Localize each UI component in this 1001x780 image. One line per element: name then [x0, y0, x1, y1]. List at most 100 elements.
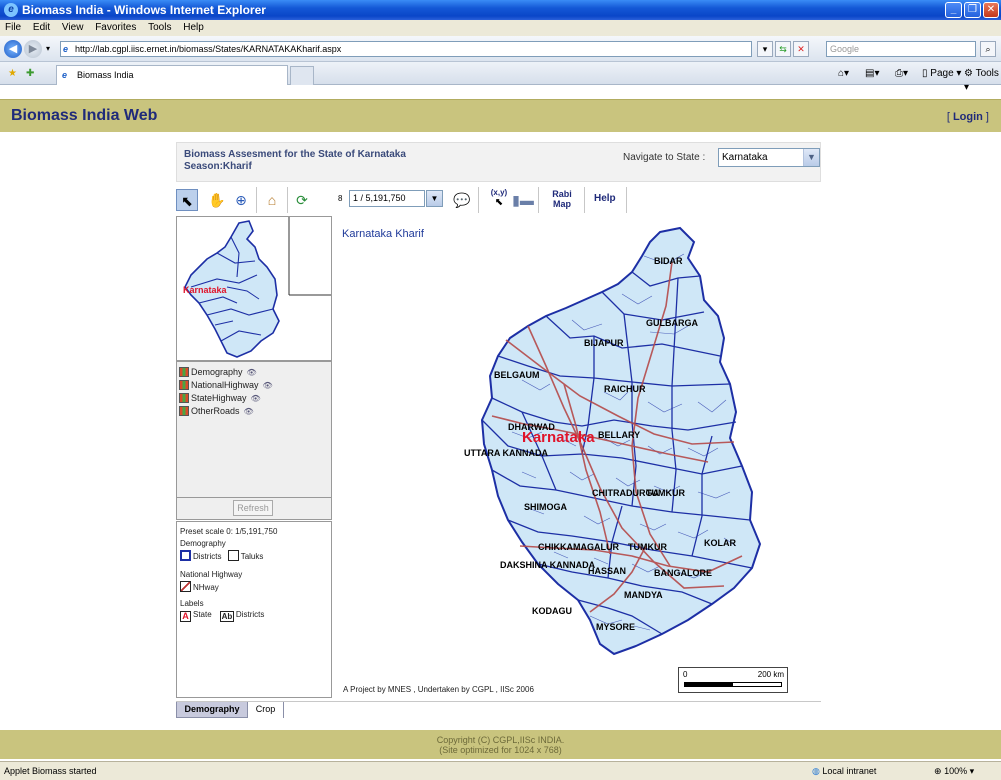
home-extent-icon[interactable]: ⌂	[261, 189, 283, 211]
layer-toggle-icon[interactable]	[179, 406, 189, 416]
layer-toggle-icon[interactable]	[179, 393, 189, 403]
menu-edit[interactable]: Edit	[33, 22, 50, 33]
site-brand: Biomass India Web	[11, 107, 158, 124]
site-footer: Copyright (C) CGPL,IISc INDIA. (Site opt…	[0, 730, 1001, 759]
scale-bar-end: 200 km	[757, 670, 784, 679]
eye-icon[interactable]: 👁	[251, 394, 261, 403]
overview-map[interactable]: Karnataka	[176, 216, 332, 361]
xy-coordinate-tool[interactable]: (x,y) ⬉	[486, 188, 512, 212]
state-label-swatch: A	[180, 611, 191, 622]
layer-list: Demography 👁 NationalHighway 👁 StateHighwa…	[176, 361, 332, 498]
legend-nh-heading: National Highway	[180, 570, 243, 579]
login-link[interactable]: [ Login ]	[947, 111, 989, 123]
label-bijapur: BIJAPUR	[584, 338, 624, 348]
home-icon[interactable]: ⌂▾	[838, 67, 849, 81]
select-tool-icon[interactable]: ⬉	[176, 189, 198, 211]
refresh-map-icon[interactable]: ⟳	[291, 189, 313, 211]
label-bellary: BELLARY	[598, 430, 640, 440]
legend-nh-item: NHway	[180, 581, 219, 592]
layer-toggle-icon[interactable]	[179, 367, 189, 377]
assessment-title: Biomass Assesment for the State of Karna…	[184, 149, 406, 172]
address-dropdown-button[interactable]: ▾	[757, 41, 773, 57]
state-select[interactable]: Karnataka ▼	[718, 148, 820, 167]
tab-crop[interactable]: Crop	[248, 702, 284, 718]
favorites-star-icon[interactable]: ★	[8, 67, 17, 81]
eye-icon[interactable]: 👁	[244, 407, 254, 416]
karnataka-map-svg: BIDAR GULBARGA BIJAPUR BELGAUM RAICHUR D…	[464, 226, 762, 656]
label-uttara-kannada: UTTARA KANNADA	[464, 448, 548, 458]
refresh-button[interactable]: Refresh	[233, 500, 273, 516]
restore-button[interactable]: ❐	[964, 2, 981, 18]
minimize-button[interactable]: _	[945, 2, 962, 18]
layer-other-roads[interactable]: OtherRoads 👁	[179, 405, 254, 417]
site-header: Biomass India Web [ Login ]	[0, 99, 1001, 132]
overview-state-label: Karnataka	[183, 285, 228, 295]
address-bar: ◀ ▶ ▾ e http://lab.cgpl.iisc.ernet.in/bi…	[0, 36, 1001, 62]
toolbar-separator	[626, 187, 627, 213]
toolbar-separator	[256, 187, 257, 213]
status-bar: Applet Biomass started ◍ Local intranet …	[0, 761, 1001, 780]
map-legend: Preset scale 0: 1/5,191,750 Demography D…	[176, 521, 332, 698]
address-input[interactable]: e http://lab.cgpl.iisc.ernet.in/biomass/…	[60, 41, 752, 57]
state-label: Karnataka	[522, 429, 595, 446]
toolbar-separator	[538, 187, 539, 213]
tab-page-icon: e	[62, 70, 68, 80]
window-titlebar: e Biomass India - Windows Internet Explo…	[0, 0, 1001, 20]
tab-demography[interactable]: Demography	[176, 702, 248, 718]
label-dakshina-kannada: DAKSHINA KANNADA	[500, 560, 596, 570]
identify-bubble-icon[interactable]: 💬	[451, 189, 473, 211]
search-icon[interactable]: ⌕	[980, 41, 996, 57]
layer-national-highway[interactable]: NationalHighway 👁	[179, 379, 273, 391]
main-map[interactable]: Karnataka Kharif BIDAR GULBARGA BIJAPUR …	[332, 216, 821, 699]
legend-labels-items: A State Ab Districts	[180, 610, 264, 622]
layer-state-highway[interactable]: StateHighway 👁	[179, 392, 261, 404]
project-credit: A Project by MNES , Undertaken by CGPL ,…	[343, 685, 534, 694]
measure-tool-icon[interactable]: ▮▬	[512, 189, 534, 211]
label-raichur: RAICHUR	[604, 384, 646, 394]
panel-tabs: Demography Crop	[176, 701, 821, 718]
refresh-bar: Refresh	[176, 498, 332, 520]
pan-hand-icon[interactable]: ✋	[206, 189, 228, 211]
history-dropdown-icon[interactable]: ▾	[46, 44, 50, 53]
label-kodagu: KODAGU	[532, 606, 572, 616]
back-button[interactable]: ◀	[4, 40, 22, 58]
feeds-icon[interactable]: ▤▾	[865, 67, 879, 81]
layer-demography[interactable]: Demography 👁	[179, 366, 257, 378]
menu-help[interactable]: Help	[183, 22, 204, 33]
toolbar-separator	[584, 187, 585, 213]
forward-button[interactable]: ▶	[24, 40, 42, 58]
scale-bar-start: 0	[683, 670, 688, 679]
rabi-map-link[interactable]: Rabi Map	[548, 189, 576, 209]
menu-view[interactable]: View	[62, 22, 84, 33]
label-chikkamagalur: CHIKKAMAGALUR	[538, 542, 619, 552]
window-title: Biomass India - Windows Internet Explore…	[22, 3, 266, 17]
layer-toggle-icon[interactable]	[179, 380, 189, 390]
refresh-page-button[interactable]: ⇆	[775, 41, 791, 57]
security-zone: ◍ Local intranet	[812, 766, 877, 776]
tab-biomass-india[interactable]: e Biomass India	[56, 65, 288, 85]
stop-button[interactable]: ✕	[793, 41, 809, 57]
zoom-level[interactable]: ⊕ 100% ▾	[934, 762, 974, 780]
legend-labels-heading: Labels	[180, 599, 204, 608]
scale-dropdown-icon[interactable]: ▼	[426, 190, 443, 207]
search-input[interactable]: Google	[826, 41, 976, 57]
eye-icon[interactable]: 👁	[263, 381, 273, 390]
menu-favorites[interactable]: Favorites	[95, 22, 136, 33]
page-menu[interactable]: ▯ Page ▾	[922, 67, 961, 81]
scale-input[interactable]: 1 / 5,191,750	[349, 190, 425, 207]
add-favorites-icon[interactable]: ✚	[26, 67, 34, 81]
label-hassan: HASSAN	[588, 566, 626, 576]
zoom-in-icon[interactable]: ⊕	[230, 189, 252, 211]
map-toolbar: ⬉ ✋ ⊕ ⌂ ⟳ 8 1 / 5,191,750 ▼ 💬 (x,y) ⬉ ▮▬…	[176, 186, 821, 214]
print-icon[interactable]: ⎙▾	[895, 67, 908, 81]
menu-file[interactable]: File	[5, 22, 21, 33]
zoom-icon: ⊕	[934, 766, 942, 776]
tools-menu[interactable]: ⚙ Tools ▾	[964, 67, 1001, 95]
menu-bar: File Edit View Favorites Tools Help	[0, 20, 1001, 36]
help-link[interactable]: Help	[594, 194, 616, 204]
new-tab-button[interactable]	[290, 66, 314, 85]
menu-tools[interactable]: Tools	[148, 22, 171, 33]
page-icon: e	[63, 44, 69, 54]
eye-icon[interactable]: 👁	[247, 368, 257, 377]
close-window-button[interactable]: ✕	[983, 2, 999, 18]
